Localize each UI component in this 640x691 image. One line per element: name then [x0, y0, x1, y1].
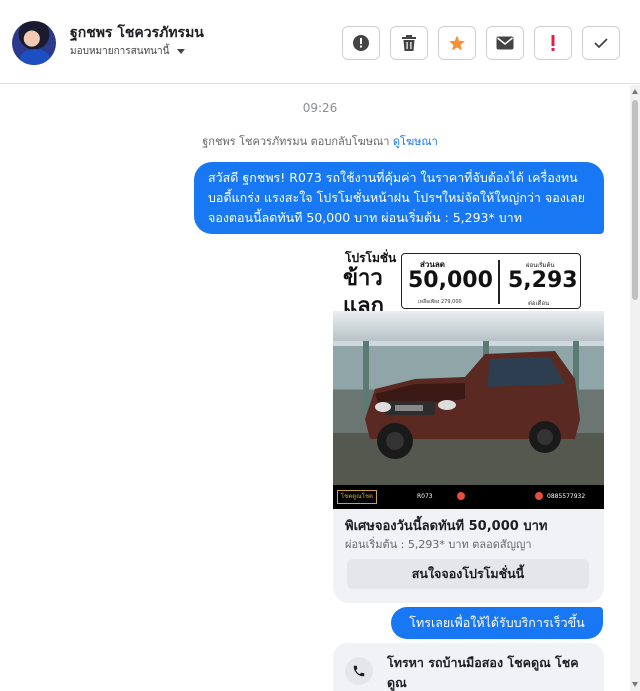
delete-button[interactable] — [390, 26, 428, 60]
assign-label: มอบหมายการสนทนานี้ — [70, 46, 170, 57]
pickup-truck-image — [365, 351, 580, 459]
ad-reply-notice: ฐกชพร โชควรภัทรมน ตอบกลับโฆษณา ดูโฆษณา — [0, 132, 640, 150]
book-promotion-button[interactable]: สนใจจองโปรโมชั่นนี้ — [347, 559, 589, 589]
call-card-text: โทรหา รถบ้านมือสอง โชคดูณ โชคดูณ — [387, 655, 579, 690]
promo-image[interactable]: โปรโมชั่น ข้าว แลก ลด ส่วนลด 50,000 เหลื… — [333, 237, 604, 509]
call-card[interactable]: โทรหา รถบ้านมือสอง โชคดูณ โชคดูณ — [333, 643, 604, 691]
outgoing-message-call: โทรเลยเพื่อให้ได้รับบริการเร็วขึ้น — [391, 607, 603, 639]
star-button[interactable] — [438, 26, 476, 60]
flag-button[interactable] — [534, 26, 572, 60]
conversation-header: ฐกชพร โชควรภัทรมน มอบหมายการสนทนานี้ — [0, 0, 640, 84]
mark-unread-button[interactable] — [486, 26, 524, 60]
envelope-icon — [496, 36, 514, 50]
done-button[interactable] — [582, 26, 620, 60]
car-photo — [333, 311, 604, 485]
discount-note: เหลือเพียง 279,000 — [418, 299, 462, 305]
outgoing-message: สวัสดี ฐกชพร! R073 รถใช้งานที่คุ้มค่า ใน… — [194, 162, 604, 234]
installment-value: 5,293 — [508, 268, 578, 293]
check-icon — [594, 38, 608, 49]
discount-value: 50,000 — [408, 268, 493, 293]
message-timestamp: 09:26 — [302, 101, 338, 115]
header-actions — [342, 26, 620, 60]
phone-icon — [535, 492, 543, 500]
trash-icon — [402, 35, 416, 51]
dealer-logo: โชคดูณโชค — [337, 490, 377, 504]
assign-conversation-dropdown[interactable]: มอบหมายการสนทนานี้ — [70, 44, 186, 59]
scroll-up-arrow-icon[interactable] — [632, 89, 638, 94]
scrollbar-thumb[interactable] — [632, 100, 638, 300]
location-icon — [457, 492, 465, 500]
phone-icon — [345, 657, 373, 685]
promo-code: R073 — [417, 493, 433, 500]
contact-name[interactable]: ฐกชพร โชควรภัทรมน — [70, 22, 204, 44]
exclamation-circle-icon — [353, 35, 369, 51]
star-icon — [449, 35, 465, 51]
price-box: ส่วนลด 50,000 เหลือเพียง 279,000 ผ่อนเริ… — [401, 253, 581, 309]
dealer-phone: 0885577932 — [547, 493, 586, 500]
promo-footer-bar: โชคดูณโชค R073 0885577932 — [333, 485, 604, 509]
price-divider — [498, 260, 500, 304]
ad-reply-text: ฐกชพร โชควรภัทรมน ตอบกลับโฆษณา — [202, 135, 390, 148]
promo-card-subtitle: ผ่อนเริ่มต้น : 5,293* บาท ตลอดสัญญา — [345, 538, 532, 551]
contact-avatar[interactable] — [12, 21, 56, 65]
promo-card: โปรโมชั่น ข้าว แลก ลด ส่วนลด 50,000 เหลื… — [333, 237, 604, 603]
promo-card-title: พิเศษจองวันนี้ลดทันที 50,000 บาท — [345, 519, 548, 534]
installment-note: ต่อเดือน — [528, 300, 550, 307]
caret-down-icon — [177, 49, 186, 54]
scroll-down-arrow-icon[interactable] — [632, 682, 638, 687]
view-ad-link[interactable]: ดูโฆษณา — [393, 135, 438, 148]
exclamation-icon — [551, 35, 555, 51]
spam-button[interactable] — [342, 26, 380, 60]
